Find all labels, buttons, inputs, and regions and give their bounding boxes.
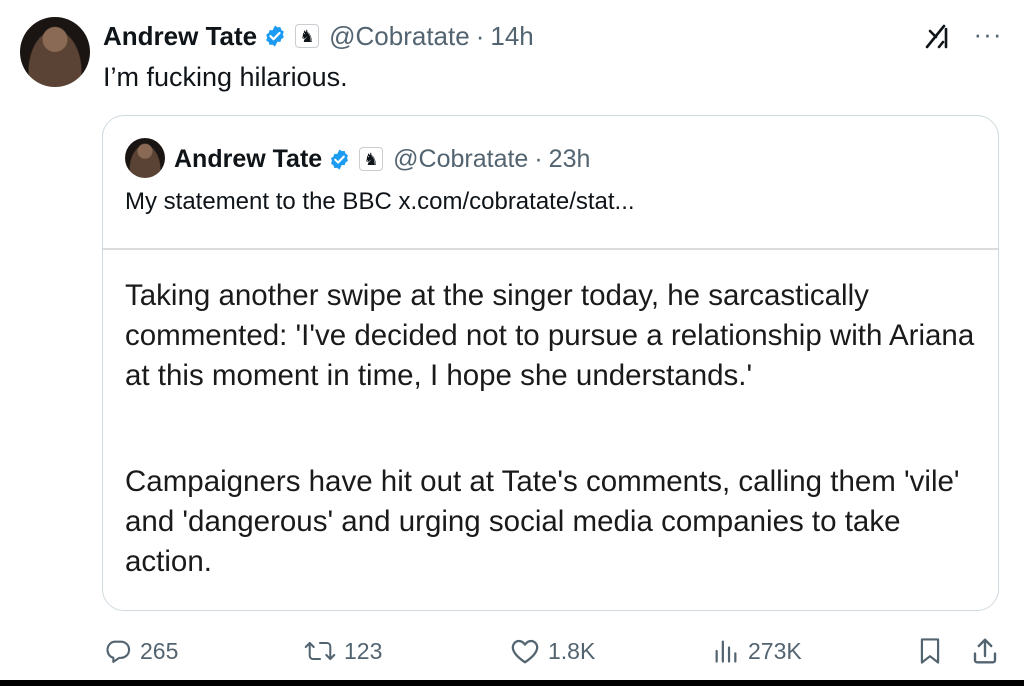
quote-timestamp: 23h: [548, 144, 591, 173]
views-count: 273K: [748, 637, 802, 664]
like-button[interactable]: 1.8K: [510, 628, 595, 674]
chess-knight-icon: ♞: [359, 147, 384, 171]
reply-icon: [106, 640, 131, 663]
tweet-text: I’m fucking hilarious.: [103, 62, 348, 92]
reply-button[interactable]: 265: [104, 628, 178, 674]
reply-count: 265: [140, 637, 179, 664]
verified-badge-icon: [328, 148, 351, 171]
repost-icon: [304, 641, 336, 661]
bookmark-icon: [920, 638, 940, 664]
bottom-edge-bar: [0, 680, 1024, 686]
views-button[interactable]: 273K: [712, 628, 802, 674]
separator-dot: ·: [475, 20, 485, 51]
repost-count: 123: [344, 637, 383, 664]
chess-knight-icon[interactable]: ♞: [295, 24, 320, 48]
like-count: 1.8K: [548, 637, 596, 664]
tweet-header: Andrew Tate ♞ @Cobratate · 14h: [103, 17, 534, 55]
quote-tweet-card[interactable]: Andrew Tate ♞ @Cobratate · 23h My statem…: [102, 115, 999, 611]
quote-author-handle: @Cobratate: [393, 144, 529, 173]
author-name[interactable]: Andrew Tate: [103, 21, 257, 52]
heart-icon: [511, 639, 539, 664]
quote-author-avatar: [125, 138, 165, 178]
share-button[interactable]: [970, 628, 1008, 674]
quote-header: Andrew Tate ♞ @Cobratate · 23h: [174, 140, 590, 178]
author-avatar[interactable]: [20, 17, 90, 87]
share-icon: [973, 638, 997, 664]
tweet-timestamp[interactable]: 14h: [490, 21, 533, 52]
separator-dot: ·: [534, 144, 543, 173]
media-paragraph-1: Taking another swipe at the singer today…: [125, 279, 975, 392]
views-icon: [715, 640, 737, 663]
quote-author-name: Andrew Tate: [174, 144, 323, 173]
quote-text: My statement to the BBC x.com/cobratate/…: [125, 188, 635, 215]
more-options-button[interactable]: ···: [968, 16, 1008, 52]
verified-badge-icon[interactable]: [263, 24, 287, 48]
quote-media-screenshot[interactable]: Taking another swipe at the singer today…: [103, 250, 998, 610]
tweet-action-bar: 265 123 1.8K 273K: [0, 628, 1024, 674]
author-handle[interactable]: @Cobratate: [329, 21, 470, 52]
bookmark-button[interactable]: [916, 628, 952, 674]
media-paragraph-2: Campaigners have hit out at Tate's comme…: [125, 465, 960, 578]
repost-button[interactable]: 123: [304, 628, 382, 674]
grok-icon[interactable]: [923, 20, 955, 52]
